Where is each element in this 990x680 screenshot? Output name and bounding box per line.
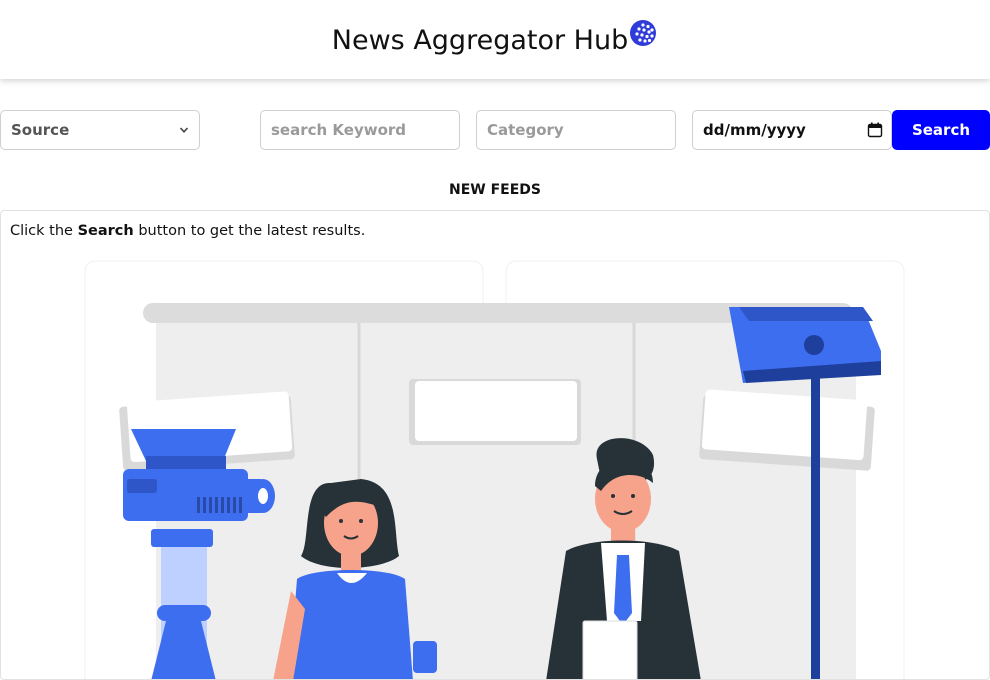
app-title: News Aggregator Hub (331, 25, 629, 56)
globe-icon (630, 19, 657, 46)
date-input[interactable]: dd/mm/yyyy (692, 110, 892, 150)
feed-panel: Click the Search button to get the lates… (0, 210, 990, 680)
category-placeholder: Category (487, 121, 564, 139)
date-value: dd/mm/yyyy (703, 121, 806, 139)
source-select-value: Source (11, 121, 70, 139)
search-hint: Click the Search button to get the lates… (10, 223, 366, 239)
chevron-down-icon (179, 127, 189, 133)
calendar-icon[interactable] (867, 122, 883, 138)
news-studio-illustration (84, 260, 905, 679)
keyword-placeholder: search Keyword (271, 121, 407, 139)
hint-emphasis: Search (77, 223, 134, 239)
source-select[interactable]: Source (0, 110, 200, 150)
app-header: News Aggregator Hub (0, 0, 990, 79)
category-input[interactable]: Category (476, 110, 676, 150)
keyword-input[interactable]: search Keyword (260, 110, 460, 150)
search-button[interactable]: Search (892, 110, 990, 150)
feeds-title: NEW FEEDS (449, 182, 541, 198)
